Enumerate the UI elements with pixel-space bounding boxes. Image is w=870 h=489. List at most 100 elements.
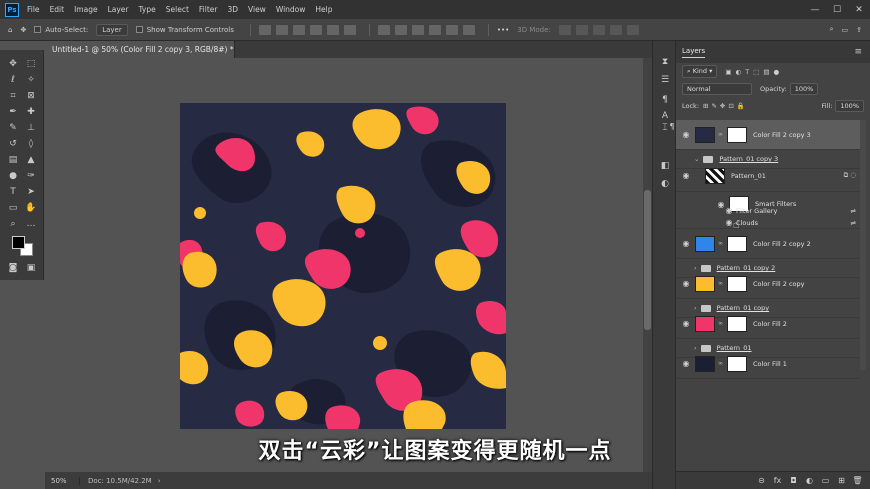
foreground-color-swatch[interactable] [12,236,25,249]
pen-tool-icon[interactable]: ✑ [24,170,38,182]
visibility-eye-icon[interactable]: ◉ [681,171,691,180]
maximize-icon[interactable]: ☐ [826,5,848,15]
path-selection-tool-icon[interactable]: ➤ [24,186,38,198]
crop-tool-icon[interactable]: ⌗ [6,90,20,102]
auto-select-dropdown[interactable]: Layer [96,23,128,36]
eraser-tool-icon[interactable]: ◊ [24,138,38,150]
adjustments-panel-icon[interactable]: ◧ [660,161,670,171]
align-top-icon[interactable] [309,24,322,35]
menu-type[interactable]: Type [139,5,156,14]
distribute-center-icon[interactable] [445,24,458,35]
move-tool-icon[interactable]: ✥ [20,26,26,34]
move-tool-icon[interactable]: ✥ [6,58,20,70]
filter-type-icons[interactable]: ▣◐T⬚▤● [725,68,783,76]
transform-controls-option[interactable]: Show Transform Controls [135,26,234,34]
fill-input[interactable]: 100% [835,99,864,112]
auto-select-option[interactable]: Auto-Select: [34,26,88,34]
clone-stamp-tool-icon[interactable]: ⊥ [24,122,38,134]
align-right-icon[interactable] [292,24,305,35]
align-center-icon[interactable] [275,24,288,35]
home-icon[interactable]: ⌂ [8,26,12,34]
magic-wand-tool-icon[interactable]: ✧ [24,74,38,86]
color-panel-icon[interactable]: ◐ [660,179,670,189]
minimize-icon[interactable]: — [804,5,826,15]
share-icon[interactable]: ⇪ [856,26,862,34]
link-icon[interactable]: ⊝ [755,476,768,485]
menu-view[interactable]: View [248,5,266,14]
history-panel-icon[interactable]: ⧗ [660,57,670,67]
visibility-eye-icon[interactable]: ◉ [681,359,691,368]
fx-icon[interactable]: fx [771,476,784,485]
gradient-tool-icon[interactable]: ▤ [6,154,20,166]
zoom-level[interactable]: 50% [45,477,79,485]
status-arrow-icon[interactable]: › [158,477,161,485]
trash-icon[interactable]: 🗑 [851,476,864,485]
filter-options-icon[interactable]: ⇌ [851,207,856,215]
blend-mode-dropdown[interactable]: Normal [682,82,752,95]
edit-toolbar-icon[interactable]: … [24,218,38,230]
kind-filter-dropdown[interactable]: ⌕ Kind ▾ [682,65,718,78]
document-canvas[interactable] [180,103,506,429]
visibility-eye-icon[interactable]: ◉ [681,130,691,139]
more-options-button[interactable]: ••• [497,26,509,34]
menu-filter[interactable]: Filter [199,5,218,14]
layer-color-fill-1[interactable]: ◉ ∞ Color Fill 1 [676,349,860,379]
panel-menu-icon[interactable]: ≡ [854,47,862,57]
lock-icons[interactable]: ⊞✎✥⊡🔒 [703,102,748,110]
opacity-input[interactable]: 100% [789,82,819,95]
menu-window[interactable]: Window [276,5,306,14]
healing-brush-tool-icon[interactable]: ✚ [24,106,38,118]
adjustment-icon[interactable]: ◐ [803,476,816,485]
history-brush-tool-icon[interactable]: ↺ [6,138,20,150]
menu-layer[interactable]: Layer [108,5,129,14]
frame-tool-icon[interactable]: ⊠ [24,90,38,102]
screen-mode-icon[interactable]: ▣ [24,262,38,274]
scrollbar-thumb[interactable] [644,190,651,330]
3d-pan-icon[interactable] [592,24,605,35]
visibility-eye-icon[interactable]: ◉ [681,239,691,248]
menu-select[interactable]: Select [166,5,189,14]
lasso-tool-icon[interactable]: ℓ [6,74,20,86]
distribute-right-icon[interactable] [462,24,475,35]
type-tool-icon[interactable]: T [6,186,20,198]
auto-select-checkbox[interactable] [34,26,42,33]
3d-orbit-icon[interactable] [558,24,571,35]
layer-color-fill-2-copy-2[interactable]: ◉ ∞ Color Fill 2 copy 2 [676,229,860,259]
menu-edit[interactable]: Edit [50,5,65,14]
zoom-tool-icon[interactable]: ⌕ [6,218,20,230]
layer-color-fill-2-copy[interactable]: ◉ ∞ Color Fill 2 copy [676,269,860,299]
search-icon[interactable]: ⌕ [830,25,834,34]
visibility-eye-icon[interactable]: ◉ [681,319,691,328]
distribute-bottom-icon[interactable] [411,24,424,35]
dodge-tool-icon[interactable]: ● [6,170,20,182]
filter-options-icon[interactable]: ⇌ [851,219,856,227]
eyedropper-tool-icon[interactable]: ✒ [6,106,20,118]
menu-3d[interactable]: 3D [227,5,238,14]
rectangle-tool-icon[interactable]: ▭ [6,202,20,214]
menu-help[interactable]: Help [315,5,332,14]
visibility-eye-icon[interactable]: ◉ [724,206,734,215]
align-bottom-icon[interactable] [343,24,356,35]
character-panel-icon[interactable]: A [660,111,670,121]
properties-panel-icon[interactable]: ☰ [660,75,670,85]
document-tab[interactable]: Untitled-1 @ 50% (Color Fill 2 copy 3, R… [45,41,235,71]
visibility-eye-icon[interactable]: ◉ [681,279,691,288]
distribute-left-icon[interactable] [428,24,441,35]
clouds-filter-row[interactable]: ◉ Clouds ⇌ [676,217,860,229]
tab-layers[interactable]: Layers [682,47,706,58]
3d-scale-icon[interactable] [626,24,639,35]
hand-tool-icon[interactable]: ✋ [24,202,38,214]
align-middle-icon[interactable] [326,24,339,35]
workspace-icon[interactable]: ▭ [842,26,849,34]
menu-file[interactable]: File [27,5,40,14]
menu-image[interactable]: Image [74,5,98,14]
quick-mask-icon[interactable]: ◙ [6,262,20,274]
layer-color-fill-2[interactable]: ◉ ∞ Color Fill 2 [676,309,860,339]
distribute-top-icon[interactable] [377,24,390,35]
blur-tool-icon[interactable]: ▲ [24,154,38,166]
filter-gallery-row[interactable]: ◉ Filter Gallery ⇌ [676,204,860,217]
distribute-middle-icon[interactable] [394,24,407,35]
layer-smart-object-pattern-01[interactable]: ◉ Pattern_01 ⧉ ◌ [676,160,860,192]
mask-icon[interactable]: ◘ [787,476,800,485]
marquee-tool-icon[interactable]: ⬚ [24,58,38,70]
